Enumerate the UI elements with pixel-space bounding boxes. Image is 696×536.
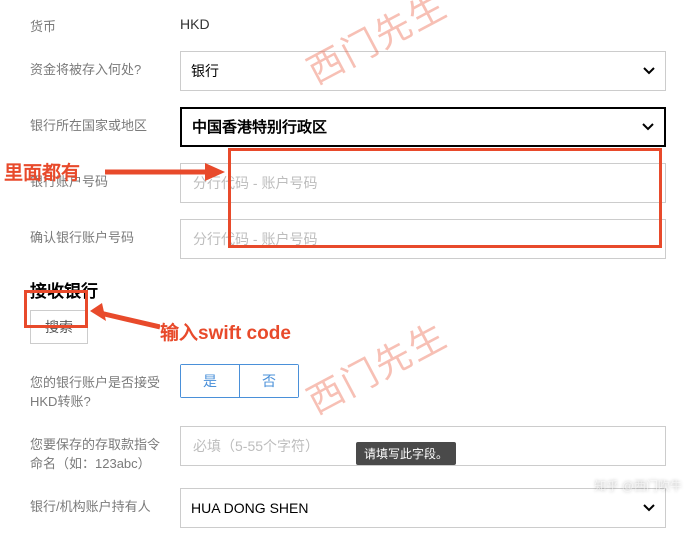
label-confirm: 确认银行账户号码: [0, 219, 180, 246]
row-country: 银行所在国家或地区 中国香港特别行政区: [0, 99, 696, 155]
label-deposit: 资金将被存入何处?: [0, 51, 180, 78]
section-title-receiving-bank: 接收银行: [0, 267, 696, 310]
input-confirm[interactable]: [180, 219, 666, 259]
row-confirm: 确认银行账户号码: [0, 211, 696, 267]
select-deposit[interactable]: 银行: [180, 51, 666, 91]
btn-group-accept: 是 否: [180, 364, 299, 398]
select-country[interactable]: 中国香港特别行政区: [180, 107, 666, 147]
select-holder[interactable]: HUA DONG SHEN: [180, 488, 666, 528]
row-currency: 货币 HKD: [0, 0, 696, 43]
row-holder: 银行/机构账户持有人 HUA DONG SHEN: [0, 480, 696, 536]
tooltip-required: 请填写此字段。: [356, 442, 456, 465]
annotation-text-swift: 输入swift code: [160, 318, 291, 345]
value-currency: HKD: [180, 8, 696, 32]
label-account: 银行账户号码: [0, 163, 180, 190]
row-account: 银行账户号码: [0, 155, 696, 211]
row-deposit: 资金将被存入何处? 银行: [0, 43, 696, 99]
label-holder: 银行/机构账户持有人: [0, 488, 180, 515]
input-account[interactable]: [180, 163, 666, 203]
label-accept: 您的银行账户是否接受HKD转账?: [0, 364, 180, 410]
footer-watermark: 知乎 @西门吹牛: [594, 477, 682, 494]
label-currency: 货币: [0, 8, 180, 35]
search-button[interactable]: 搜索: [30, 310, 88, 344]
btn-yes[interactable]: 是: [181, 365, 239, 397]
row-accept: 您的银行账户是否接受HKD转账? 是 否: [0, 356, 696, 418]
label-country: 银行所在国家或地区: [0, 107, 180, 134]
label-instruction: 您要保存的存取款指令命名（如：123abc）: [0, 426, 180, 472]
btn-no[interactable]: 否: [239, 365, 298, 397]
row-instruction: 您要保存的存取款指令命名（如：123abc）: [0, 418, 696, 480]
